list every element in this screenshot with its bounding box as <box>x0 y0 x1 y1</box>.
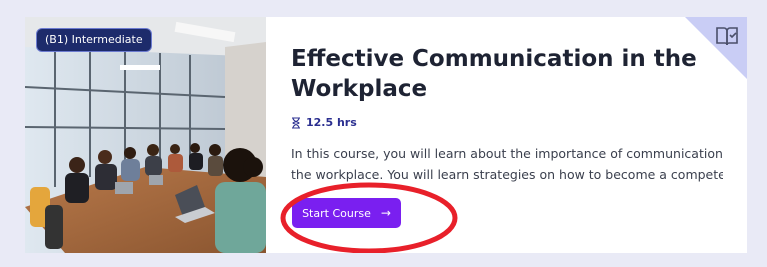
description-line-2: the workplace. You will learn strategies… <box>291 167 723 182</box>
course-title-line-2: Workplace <box>291 76 428 102</box>
arrow-right-icon: → <box>380 206 391 220</box>
course-title-line-1: Effective Communication in the <box>291 46 697 72</box>
level-badge: (B1) Intermediate <box>36 28 152 52</box>
course-content: Effective Communication in the Workplace… <box>291 44 723 185</box>
hourglass-icon <box>292 116 300 129</box>
description-line-1: In this course, you will learn about the… <box>291 146 723 161</box>
course-title: Effective Communication in the Workplace <box>291 44 721 104</box>
start-course-button[interactable]: Start Course → <box>292 198 401 228</box>
course-description: In this course, you will learn about the… <box>291 143 723 185</box>
course-duration: 12.5 hrs <box>291 116 721 129</box>
course-card[interactable]: (B1) Intermediate Effective Communicatio… <box>25 17 747 253</box>
course-photo: (B1) Intermediate <box>25 17 266 253</box>
duration-text: 12.5 hrs <box>306 116 357 129</box>
start-course-label: Start Course <box>302 206 371 220</box>
